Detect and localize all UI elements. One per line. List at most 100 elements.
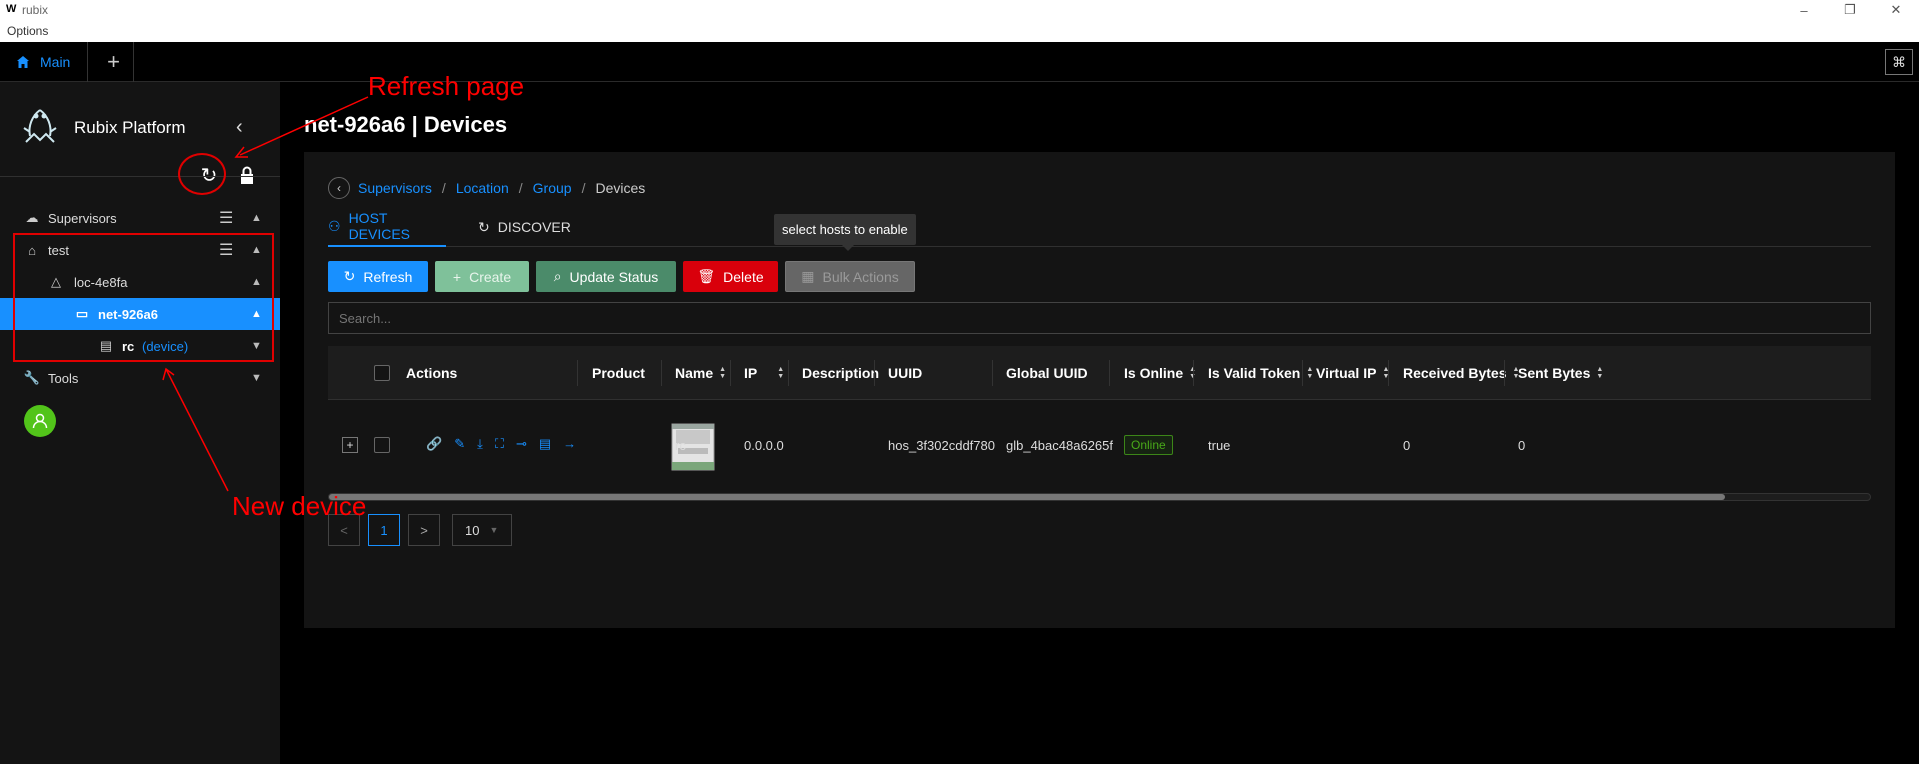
add-tab-button[interactable]: + <box>94 42 134 82</box>
scrollbar-thumb[interactable] <box>329 494 1725 500</box>
app-tab-bar: Main + ⌘ <box>0 42 1919 82</box>
row-checkbox[interactable] <box>374 437 390 453</box>
create-button[interactable]: + Create <box>435 261 529 292</box>
column-header-label: UUID <box>888 365 923 381</box>
grid-icon: ▦ <box>801 268 815 284</box>
refresh-annotation-arrow <box>234 96 369 158</box>
restore-button[interactable]: ❐ <box>1827 0 1873 20</box>
cell-is-online: Online <box>1124 400 1173 490</box>
column-header-label: Received Bytes <box>1403 365 1507 381</box>
sitemap-icon: ⚇ <box>328 217 341 234</box>
arrow-right-icon[interactable]: → <box>563 436 576 452</box>
column-header-received-bytes[interactable]: Received Bytes ▲ ▼ <box>1403 346 1519 400</box>
key-icon[interactable]: ⊸ <box>516 436 527 452</box>
link-icon[interactable]: 🔗 <box>426 436 442 452</box>
column-divider <box>1109 360 1110 386</box>
column-header-name[interactable]: Name ▲ ▼ <box>675 346 726 400</box>
sidebar-item-supervisors[interactable]: ☁ Supervisors ☰ ▲ <box>0 202 280 234</box>
frog-logo-icon <box>23 109 57 143</box>
scan-icon[interactable]: ⛶ <box>495 436 504 452</box>
avatar[interactable] <box>24 405 56 437</box>
tab-main[interactable]: Main <box>0 42 88 82</box>
chevron-down-icon[interactable]: ▼ <box>251 372 262 384</box>
window-titlebar: W rubix – ❐ ✕ <box>0 0 1919 20</box>
column-header-label: Global UUID <box>1006 365 1088 381</box>
table-row: + 🔗 ✎ ⤓ ⛶ ⊸ ▤ → rc 0.0.0.0 hos_3f302cddf… <box>328 400 1871 490</box>
sort-icon[interactable]: ▲▼ <box>1306 366 1313 380</box>
column-header-ip[interactable]: IP ▲ ▼ <box>744 346 784 400</box>
chevron-down-icon: ▼ <box>489 525 499 535</box>
lock-icon[interactable] <box>237 164 257 186</box>
bulk-actions-button[interactable]: ▦ Bulk Actions <box>785 261 915 292</box>
breadcrumb-group[interactable]: Group <box>533 180 572 196</box>
sort-icon[interactable]: ▲▼ <box>719 366 726 380</box>
breadcrumb-location[interactable]: Location <box>456 180 509 196</box>
edit-icon[interactable]: ✎ <box>454 436 465 452</box>
close-button[interactable]: ✕ <box>1873 0 1919 20</box>
tab-discover[interactable]: ↻ DISCOVER <box>478 207 571 247</box>
column-header-sent-bytes[interactable]: Sent Bytes ▲ ▼ <box>1518 346 1603 400</box>
next-page-button[interactable]: > <box>408 514 440 546</box>
column-header-label: Product <box>592 365 645 381</box>
sync-icon: ↻ <box>478 218 490 235</box>
horizontal-scrollbar[interactable] <box>328 493 1871 501</box>
column-header-label: IP <box>744 365 758 381</box>
breadcrumb-separator: / <box>518 180 523 196</box>
table-header: Actions Product Name ▲ ▼ IP ▲ ▼ Description … <box>328 346 1871 400</box>
sort-icon[interactable]: ▲▼ <box>1596 366 1603 380</box>
column-header-label: Is Online <box>1124 365 1184 381</box>
bulk-actions-button-label: Bulk Actions <box>822 268 899 285</box>
refresh-icon: ↻ <box>343 268 356 284</box>
minimize-button[interactable]: – <box>1781 0 1827 20</box>
refresh-button[interactable]: ↻ Refresh <box>328 261 428 292</box>
delete-button[interactable]: 🗑 Delete <box>683 261 778 292</box>
device-tabs: ⚇ HOST DEVICES ↻ DISCOVER <box>328 207 1871 247</box>
file-icon[interactable]: ▤ <box>539 436 551 452</box>
app-logo-icon: W <box>6 3 17 15</box>
column-header-label: Description <box>802 365 880 381</box>
breadcrumb-supervisors[interactable]: Supervisors <box>358 180 432 196</box>
cell-sent-bytes: 0 <box>1518 437 1526 453</box>
expand-row-icon[interactable]: + <box>342 437 358 453</box>
column-header-is-valid-token[interactable]: Is Valid Token ▲ ▼ <box>1208 346 1313 400</box>
select-all-checkbox[interactable] <box>374 365 390 381</box>
column-divider <box>788 360 789 386</box>
page-size-select[interactable]: 10 ▼ <box>452 514 512 546</box>
update-status-button[interactable]: ⌕ Update Status <box>536 261 676 292</box>
chevron-up-icon[interactable]: ▲ <box>251 212 262 224</box>
column-header-global-uuid: Global UUID <box>1006 346 1088 400</box>
page-1-button[interactable]: 1 <box>368 514 400 546</box>
column-divider <box>577 360 578 386</box>
breadcrumb-separator: / <box>581 180 586 196</box>
column-header-is-online[interactable]: Is Online▲▼ <box>1124 346 1196 400</box>
cell-is-valid-token: true <box>1208 437 1231 453</box>
new-device-annotation-arrow <box>162 367 229 492</box>
bulk-actions-tooltip: select hosts to enable <box>774 214 916 251</box>
refresh-button-label: Refresh <box>363 268 413 285</box>
cell-received-bytes: 0 <box>1403 437 1411 453</box>
download-icon[interactable]: ⤓ <box>477 436 483 452</box>
sidebar-item-label: Supervisors <box>48 210 117 226</box>
column-header-label: Sent Bytes <box>1518 365 1591 381</box>
search-input[interactable] <box>328 302 1871 334</box>
sort-icon[interactable]: ▲▼ <box>777 366 784 380</box>
new-device-annotation: New device <box>232 491 367 521</box>
column-divider <box>730 360 731 386</box>
devices-panel: ‹ Supervisors / Location / Group / Devic… <box>304 152 1895 628</box>
menu-icon[interactable]: ☰ <box>219 208 233 228</box>
tab-label: HOST DEVICES <box>348 210 411 242</box>
menu-options[interactable]: Options <box>7 24 48 38</box>
refresh-highlight-circle <box>178 153 226 195</box>
column-header-description: Description <box>802 346 879 400</box>
breadcrumb-separator: / <box>441 180 446 196</box>
layout-toggle-icon[interactable]: ⌘ <box>1885 49 1913 75</box>
tab-host-devices[interactable]: ⚇ HOST DEVICES <box>328 207 446 247</box>
trash-icon: 🗑 <box>697 268 716 284</box>
column-header-label: Name <box>675 365 714 381</box>
back-icon[interactable]: ‹ <box>328 177 350 199</box>
column-header-label: Virtual IP <box>1316 365 1377 381</box>
plus-icon: + <box>452 268 462 285</box>
column-header-virtual-ip[interactable]: Virtual IP ▲ ▼ <box>1316 346 1389 400</box>
update-status-button-label: Update Status <box>569 268 659 285</box>
column-header-label: Is Valid Token <box>1208 365 1301 381</box>
